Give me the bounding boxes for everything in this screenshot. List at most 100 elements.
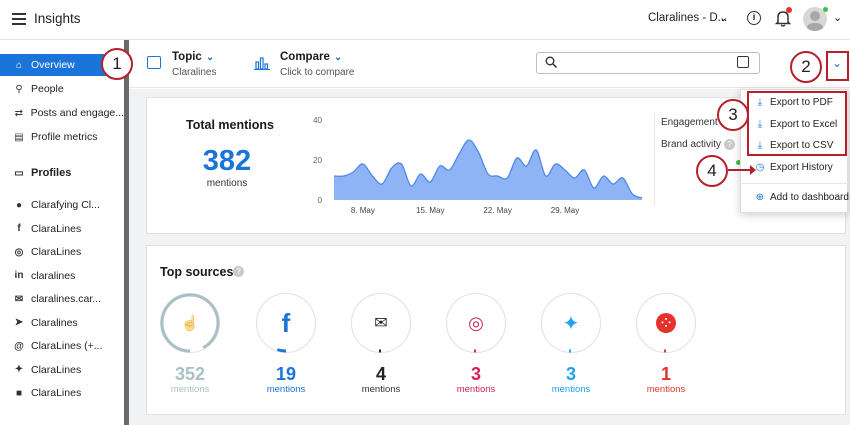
source-circle[interactable]: ⁘: [636, 293, 696, 353]
sidebar-item-label: Overview: [31, 59, 75, 71]
sidebar-item-profile[interactable]: ➤ Claralines: [0, 312, 124, 334]
chat-icon: [147, 56, 161, 69]
y-tick-label: 0: [318, 196, 323, 205]
profile-icon: ■: [15, 387, 23, 399]
telegram-icon: ➤: [14, 317, 24, 328]
calendar-icon[interactable]: [737, 56, 749, 68]
sidebar-item-profile[interactable]: ◎ ClaraLines: [0, 241, 124, 263]
threads-icon: @: [14, 340, 24, 352]
twitter-icon: ✦: [562, 312, 580, 335]
x-tick-label: 29. May: [551, 206, 579, 215]
topic-label: Topic: [172, 51, 202, 63]
sidebar-item-profile[interactable]: @ ClaraLines (+...: [0, 335, 124, 357]
add-to-dashboard-item[interactable]: ⊕ Add to dashboard: [755, 192, 849, 203]
sidebar-item-label: ClaraLines: [31, 222, 82, 235]
app-title: Insights: [34, 11, 81, 26]
sidebar-item-label: Clarafying Cl...: [31, 199, 100, 211]
sidebar-heading-label: Profiles: [31, 167, 72, 179]
source-circle[interactable]: ☝: [160, 293, 220, 353]
source-unit: mentions: [361, 384, 401, 395]
source-unit: mentions: [646, 384, 686, 395]
twitter-icon: ✦: [14, 364, 24, 375]
home-icon: ⌂: [15, 59, 23, 71]
topic-value: Claralines: [172, 67, 217, 78]
topic-selector[interactable]: Topic ⌄: [172, 51, 214, 63]
source-circle[interactable]: ✦: [541, 293, 601, 353]
mail-icon: ✉: [374, 315, 388, 332]
chart-icon: ▤: [14, 131, 24, 143]
x-tick-label: 15. May: [416, 206, 444, 215]
sidebar-item-label: claralines.car...: [31, 293, 102, 305]
chevron-down-icon: ⌄: [205, 52, 215, 63]
instagram-icon: ◎: [468, 312, 484, 333]
compare-selector[interactable]: Compare ⌄: [280, 51, 342, 63]
source-unit: mentions: [170, 384, 210, 395]
card-title: Top sources: [160, 265, 234, 279]
sidebar-item-people[interactable]: ⚲ People: [0, 78, 124, 100]
engagement-label[interactable]: Engagement: [661, 117, 718, 128]
sidebar-item-label: People: [31, 83, 64, 95]
sidebar-profiles-heading[interactable]: ▭ Profiles: [0, 162, 124, 184]
sidebar-item-profile-metrics[interactable]: ▤ Profile metrics: [0, 126, 124, 148]
sidebar-item-label: ClaraLines: [31, 363, 82, 376]
top-bar: Insights Claralines - D... ⌄ i ⌄: [0, 0, 850, 40]
sidebar-item-profile[interactable]: in claralines: [0, 265, 124, 287]
sidebar-item-profile[interactable]: f ClaraLines: [0, 218, 124, 240]
menu-item-label: Add to dashboard: [770, 192, 849, 203]
sidebar-item-label: Posts and engage...: [30, 107, 124, 119]
source-count: 1: [660, 364, 671, 384]
highlight-box: [747, 91, 847, 156]
sidebar-item-label: ClaraLines (+...: [31, 340, 103, 352]
sidebar-item-label: Claralines: [31, 316, 78, 329]
menu-divider: [740, 183, 848, 184]
plus-icon: ⊕: [755, 192, 765, 203]
source-circle[interactable]: f: [256, 293, 316, 353]
sidebar-item-profile[interactable]: ■ ClaraLines: [0, 382, 124, 404]
instagram-icon: ◎: [14, 246, 24, 258]
callout-1: 1: [101, 48, 133, 80]
account-name[interactable]: Claralines - D...: [648, 12, 727, 24]
mentions-area: [334, 139, 642, 200]
sidebar-item-profile[interactable]: ● Clarafying Cl...: [0, 194, 124, 216]
export-history-item[interactable]: ◷ Export History: [755, 162, 833, 173]
thumbs-up-icon: ☝: [180, 315, 200, 332]
mentions-count: 382: [202, 145, 252, 177]
compare-hint: Click to compare: [280, 67, 355, 78]
foursquare-icon: ⁘: [656, 313, 676, 333]
person-icon: ⚲: [15, 83, 23, 95]
sidebar-item-profile[interactable]: ✉ claralines.car...: [0, 288, 124, 310]
source-count: 3: [565, 364, 576, 384]
source-count: 352: [174, 364, 206, 384]
compare-label: Compare: [280, 51, 330, 63]
help-icon[interactable]: ?: [724, 139, 735, 150]
callout-4: 4: [696, 155, 728, 187]
y-tick-label: 40: [313, 116, 322, 125]
source-count: 4: [375, 364, 386, 384]
sidebar-item-label: ClaraLines: [31, 387, 82, 399]
source-unit: mentions: [266, 384, 306, 395]
search-icon: [545, 56, 558, 69]
sidebar-item-posts[interactable]: ⇄ Posts and engage...: [0, 102, 124, 124]
sidebar-item-profile[interactable]: ✦ ClaraLines: [0, 359, 124, 381]
sidebar-item-label: ClaraLines: [31, 246, 82, 258]
chevron-down-icon[interactable]: ⌄: [719, 11, 728, 24]
help-icon[interactable]: ?: [233, 266, 244, 277]
callout-2: 2: [790, 51, 822, 83]
brand-activity-label[interactable]: Brand activity: [661, 139, 721, 150]
search-input[interactable]: [536, 52, 760, 74]
x-tick-label: 22. May: [483, 206, 511, 215]
info-icon[interactable]: i: [747, 11, 761, 25]
menu-item-label: Export History: [770, 162, 833, 173]
source-circle[interactable]: ◎: [446, 293, 506, 353]
source-unit: mentions: [456, 384, 496, 395]
clock-icon: ◷: [755, 162, 765, 173]
chevron-down-icon: ⌄: [333, 52, 343, 63]
apple-icon: ●: [15, 199, 23, 211]
source-unit: mentions: [551, 384, 591, 395]
divider: [654, 113, 655, 205]
chevron-down-icon[interactable]: ⌄: [833, 11, 842, 24]
source-circle[interactable]: ✉: [351, 293, 411, 353]
y-tick-label: 20: [313, 156, 322, 165]
menu-icon[interactable]: [12, 13, 26, 25]
highlight-box: [826, 51, 849, 81]
